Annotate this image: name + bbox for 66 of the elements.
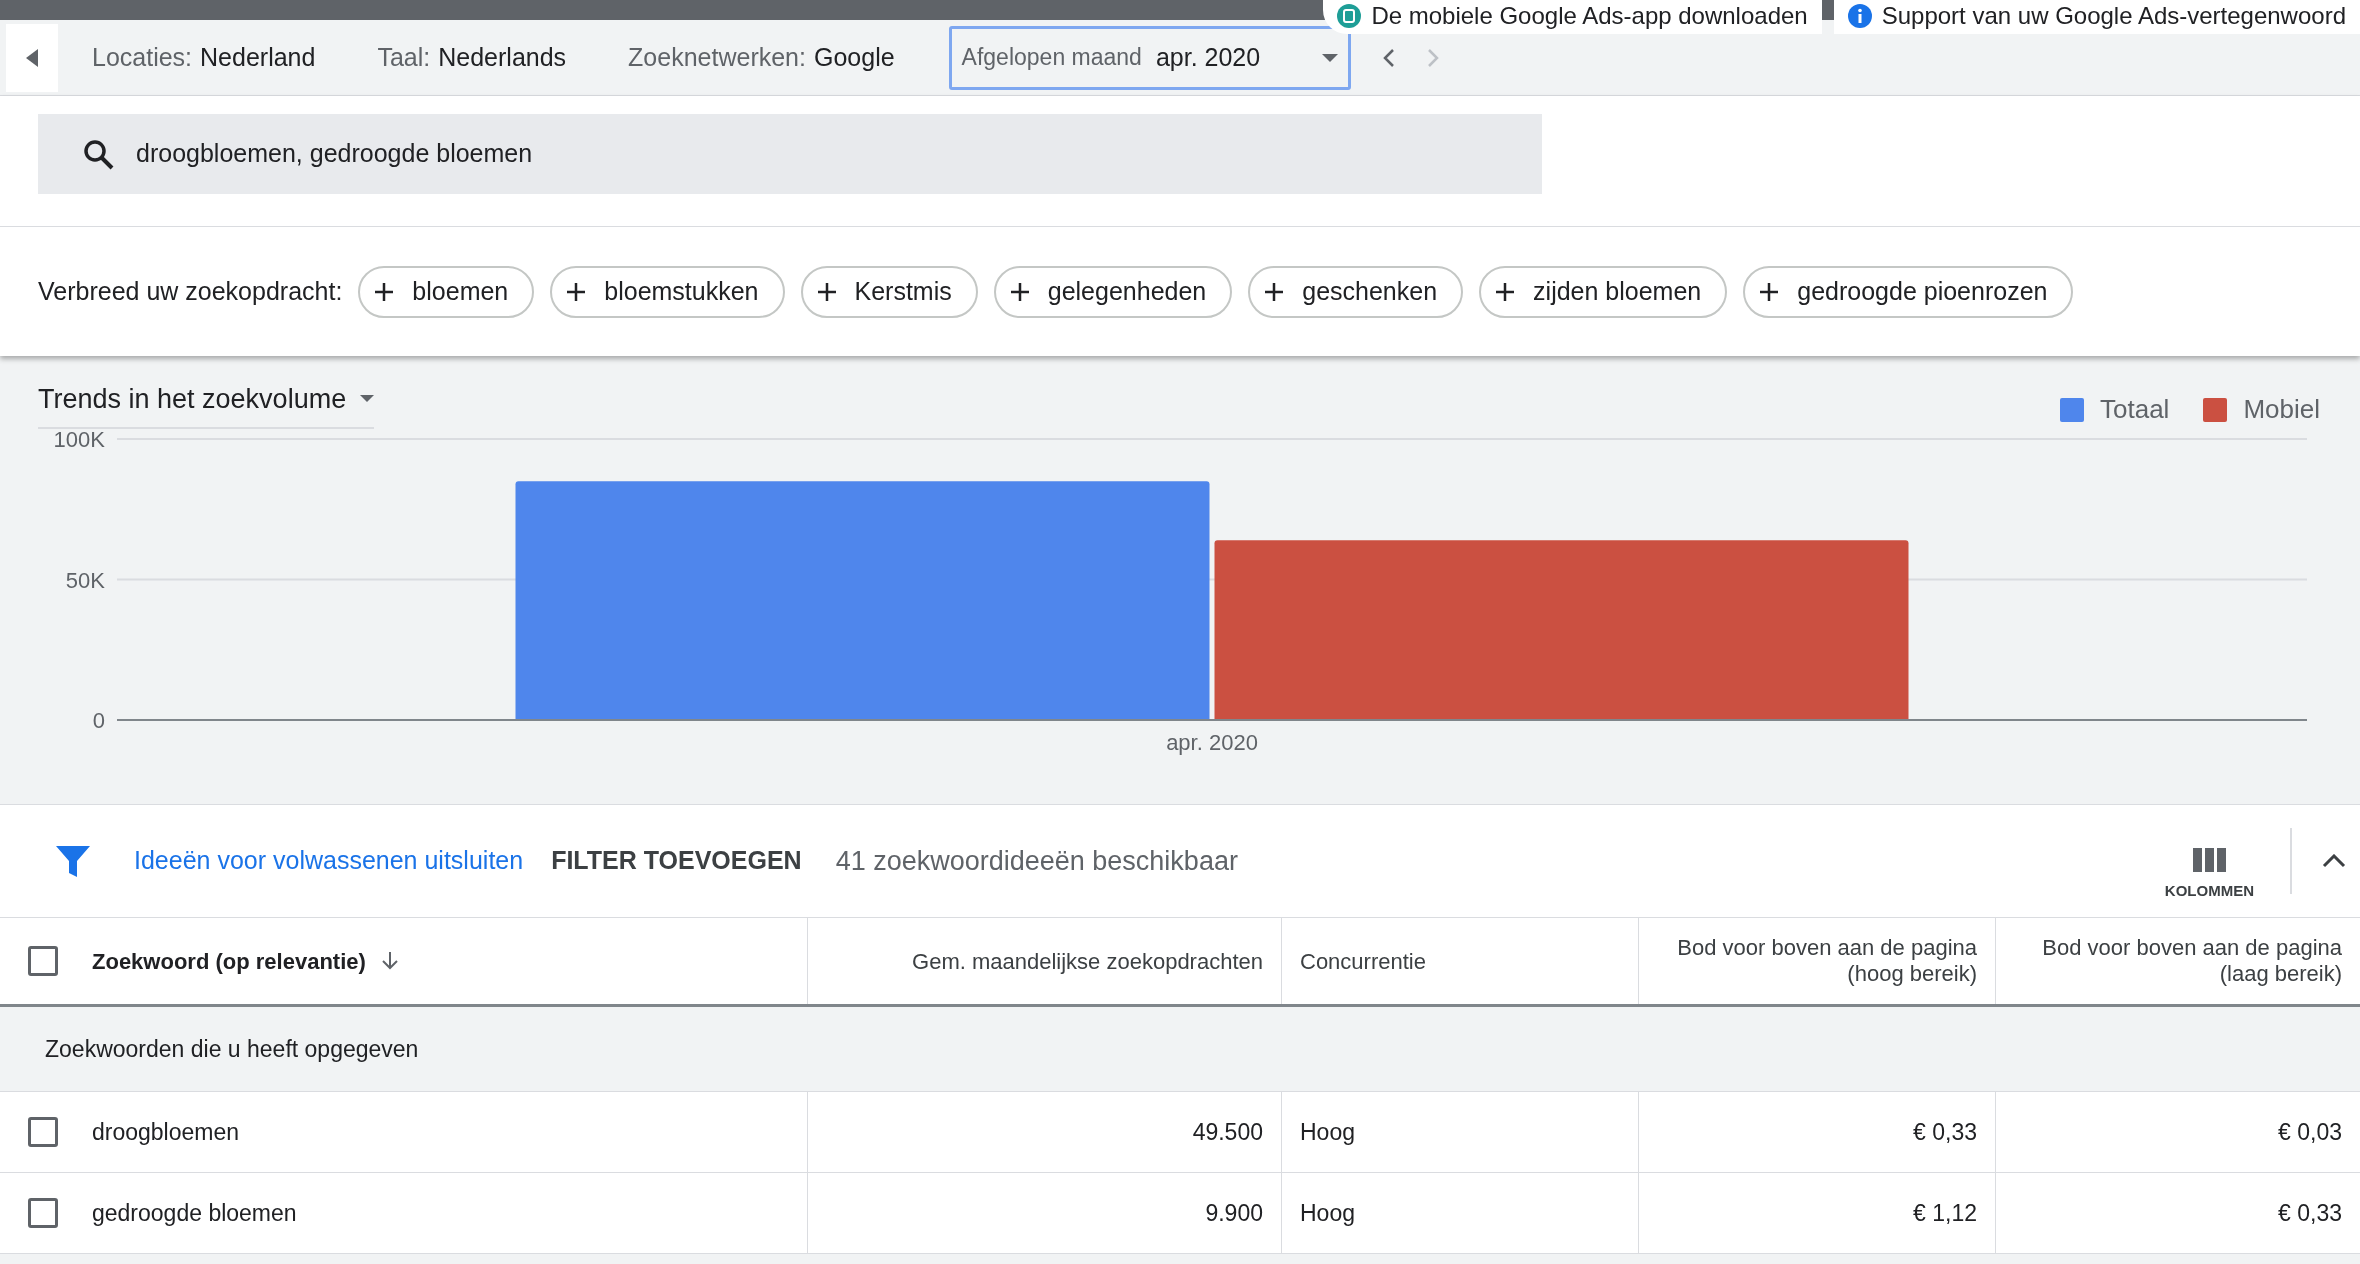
checkbox[interactable] bbox=[28, 946, 58, 976]
axis-tick-label: 0 bbox=[92, 708, 105, 733]
keyword-chip[interactable]: geschenken bbox=[1248, 265, 1464, 318]
refine-label: Verbreed uw zoekopdracht: bbox=[38, 275, 343, 307]
table-cell-text: Hoog bbox=[1300, 1198, 1355, 1228]
filter-value[interactable]: Nederland bbox=[200, 38, 316, 77]
axis-tick-label: 50K bbox=[65, 567, 105, 593]
plus-icon bbox=[816, 281, 837, 302]
plus-icon bbox=[1495, 281, 1516, 302]
column-header[interactable]: Zoekwoord (op relevantie) bbox=[92, 944, 366, 978]
table-cell-text: 9.900 bbox=[1205, 1198, 1263, 1228]
columns-icon bbox=[2192, 847, 2226, 872]
column-header[interactable]: Concurrentie bbox=[1300, 944, 1426, 978]
column-header[interactable]: Bod voor boven aan de pagina (hoog bereik) bbox=[1657, 934, 1977, 988]
exclude-adult-ideas-link[interactable]: Ideeën voor volwassenen uitsluiten bbox=[134, 842, 524, 880]
table-cell-text: € 0,33 bbox=[1913, 1117, 1977, 1147]
date-range-value: apr. 2020 bbox=[1155, 41, 1261, 73]
dropdown-caret-icon bbox=[1321, 53, 1338, 62]
back-icon bbox=[26, 48, 38, 67]
dropdown-caret-icon bbox=[360, 395, 375, 403]
back-button[interactable] bbox=[6, 23, 58, 92]
axis-tick-label: 100K bbox=[53, 429, 105, 452]
plus-icon bbox=[1264, 281, 1285, 302]
columns-button[interactable]: KOLOMMEN bbox=[2158, 846, 2260, 904]
keyword-chip[interactable]: gelegenheden bbox=[993, 265, 1233, 318]
table-cell-text: Hoog bbox=[1300, 1117, 1355, 1147]
legend-label: Mobiel bbox=[2243, 393, 2320, 426]
ideas-count: 41 zoekwoordideeën beschikbaar bbox=[835, 844, 1238, 878]
funnel-icon bbox=[56, 845, 90, 877]
chevron-left-icon[interactable] bbox=[1382, 47, 1395, 68]
table-cell-text: gedroogde bloemen bbox=[92, 1198, 297, 1228]
column-header[interactable]: Gem. maandelijkse zoekopdrachten bbox=[912, 944, 1263, 978]
table-cell-text: € 1,12 bbox=[1913, 1198, 1977, 1228]
date-range-label: Afgelopen maand bbox=[961, 43, 1142, 73]
checkbox[interactable] bbox=[28, 1117, 58, 1147]
filter-value[interactable]: Google bbox=[813, 38, 895, 77]
keyword-chip[interactable]: Kerstmis bbox=[800, 265, 978, 318]
collapse-chevron-icon[interactable] bbox=[2322, 854, 2346, 868]
keyword-chip[interactable]: bloemen bbox=[358, 265, 535, 318]
column-header[interactable]: Bod voor boven aan de pagina (laag bereik) bbox=[2014, 934, 2342, 988]
keyword-chip[interactable]: bloemstukken bbox=[550, 265, 785, 318]
plus-icon bbox=[1759, 281, 1780, 302]
axis-tick-label: apr. 2020 bbox=[1166, 730, 1258, 755]
plus-icon bbox=[1009, 281, 1030, 302]
legend-label: Totaal bbox=[2100, 393, 2170, 426]
keyword-chip[interactable]: zijden bloemen bbox=[1479, 265, 1728, 318]
checkbox[interactable] bbox=[28, 1198, 58, 1228]
table-cell-text: droogbloemen bbox=[92, 1117, 240, 1147]
filter-value[interactable]: Nederlands bbox=[438, 38, 567, 77]
table-cell-text: € 0,33 bbox=[2278, 1198, 2342, 1228]
chart-title-dropdown[interactable]: Trends in het zoekvolume bbox=[38, 372, 375, 429]
table-cell-text: 49.500 bbox=[1192, 1117, 1263, 1147]
add-filter-button[interactable]: FILTER TOEVOEGEN bbox=[545, 841, 808, 881]
filter-label: Taal: bbox=[377, 41, 431, 73]
info-icon bbox=[1847, 4, 1872, 28]
plus-icon bbox=[374, 281, 395, 302]
date-range-dropdown[interactable]: Afgelopen maand apr. 2020 bbox=[948, 25, 1351, 90]
plus-icon bbox=[566, 281, 587, 302]
filter-label: Locaties: bbox=[92, 41, 193, 73]
phone-icon bbox=[1337, 4, 1362, 28]
filter-label: Zoeknetwerken: bbox=[628, 41, 806, 73]
sort-arrow-icon bbox=[381, 952, 398, 970]
search-icon bbox=[82, 138, 114, 170]
search-field[interactable]: droogbloemen, gedroogde bloemen bbox=[38, 114, 1542, 194]
keyword-chip[interactable]: gedroogde pioenrozen bbox=[1743, 265, 2074, 318]
table-cell-text: € 0,03 bbox=[2278, 1117, 2342, 1147]
